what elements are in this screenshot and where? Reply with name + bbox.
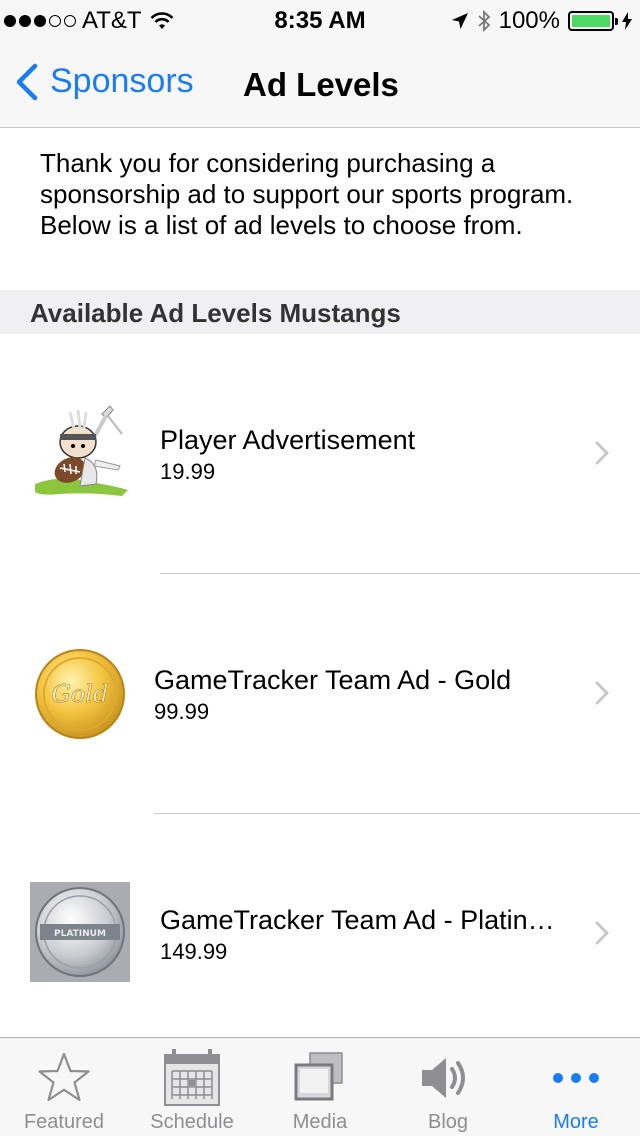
tab-label: Featured <box>23 1111 105 1133</box>
ad-level-price: 149.99 <box>160 939 228 964</box>
tab-label: More <box>553 1111 599 1133</box>
chevron-left-icon <box>16 63 38 100</box>
speaker-icon <box>422 1058 465 1098</box>
platinum-coin-text: PLATINUM <box>54 929 106 939</box>
charging-bolt-icon <box>622 12 632 30</box>
status-right: 100% <box>451 7 632 35</box>
bluetooth-icon <box>478 9 490 33</box>
page-title: Ad Levels <box>243 66 399 103</box>
tab-label: Media <box>292 1111 348 1133</box>
platinum-coin-image: PLATINUM <box>30 882 130 982</box>
ad-level-row-player[interactable]: Player Advertisement 19.99 <box>0 334 640 574</box>
mascot-football-player-image <box>35 405 128 496</box>
back-button-label: Sponsors <box>50 62 194 100</box>
ad-level-title: Player Advertisement <box>160 425 416 455</box>
more-dots-icon <box>553 1073 599 1083</box>
navigation-bar: Sponsors Ad Levels <box>0 40 640 128</box>
calendar-icon <box>164 1049 220 1106</box>
ad-level-price: 99.99 <box>154 699 210 724</box>
svg-text:Gold: Gold <box>52 680 109 708</box>
gold-coin-image: Gold <box>35 649 125 739</box>
tab-schedule[interactable]: Schedule <box>128 1038 256 1136</box>
chevron-right-icon <box>595 921 609 945</box>
ad-level-price: 19.99 <box>160 459 216 484</box>
back-button[interactable]: Sponsors <box>14 62 194 101</box>
tab-label: Blog <box>427 1111 469 1133</box>
star-icon <box>38 1052 90 1102</box>
location-arrow-icon <box>451 13 468 29</box>
tab-more[interactable]: More <box>512 1038 640 1136</box>
intro-text: Thank you for considering purchasing a s… <box>40 148 574 240</box>
media-icon <box>294 1052 343 1101</box>
tab-featured[interactable]: Featured <box>0 1038 128 1136</box>
tab-media[interactable]: Media <box>256 1038 384 1136</box>
tab-label: Schedule <box>150 1111 234 1133</box>
battery-percent: 100% <box>498 7 560 34</box>
ad-level-title: GameTracker Team Ad - Gold <box>154 665 512 695</box>
ad-level-title: GameTracker Team Ad - Platin… <box>160 905 555 935</box>
chevron-right-icon <box>595 441 609 465</box>
tab-blog[interactable]: Blog <box>384 1038 512 1136</box>
ad-level-row-gold[interactable]: Gold GameTracker Team Ad - Gold 99.99 <box>0 574 640 814</box>
battery-icon <box>568 11 618 31</box>
section-header-label: Available Ad Levels Mustangs <box>30 298 401 328</box>
tab-bar: Featured Schedule Media Blog More <box>0 1037 640 1136</box>
ad-level-row-platinum[interactable]: PLATINUM GameTracker Team Ad - Platin… 1… <box>0 814 640 1054</box>
status-bar: AT&T 8:35 AM 100% <box>0 0 640 40</box>
section-header: Available Ad Levels Mustangs <box>0 290 640 334</box>
chevron-right-icon <box>595 681 609 705</box>
